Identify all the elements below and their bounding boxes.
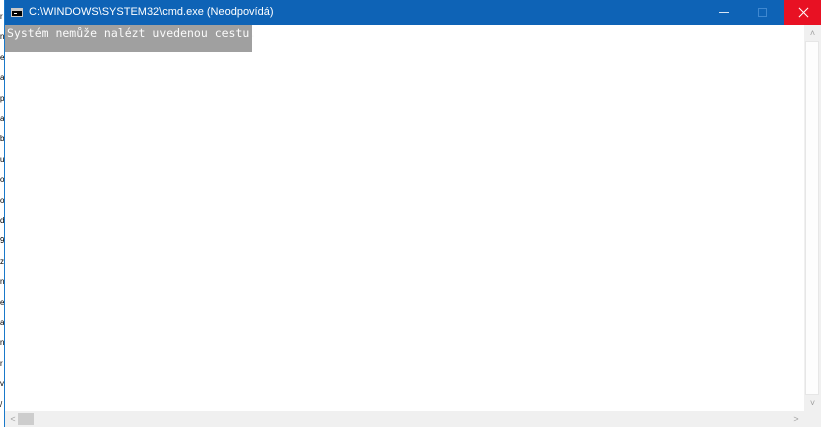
cmd-window[interactable]: C:\WINDOWS\SYSTEM32\cmd.exe (Neodpovídá)… <box>4 0 821 427</box>
horizontal-scrollbar[interactable]: < > <box>5 411 821 427</box>
console-output-area[interactable]: Systém nemůže nalézt uvedenou cestu. <box>5 25 804 411</box>
background-char: r <box>0 12 3 21</box>
close-button[interactable] <box>784 0 821 25</box>
scroll-up-icon[interactable]: ˄ <box>804 25 821 41</box>
scroll-down-icon[interactable]: ˅ <box>804 395 821 411</box>
cmd-icon[interactable] <box>11 8 23 17</box>
scroll-right-icon[interactable]: > <box>788 411 804 427</box>
vertical-scroll-thumb[interactable] <box>805 41 819 395</box>
background-char: / <box>0 400 3 409</box>
minimize-button[interactable] <box>706 0 742 25</box>
vertical-scrollbar[interactable]: ˄ ˅ <box>804 25 821 411</box>
title-bar[interactable]: C:\WINDOWS\SYSTEM32\cmd.exe (Neodpovídá) <box>5 0 821 25</box>
maximize-icon <box>757 8 767 17</box>
console-line-selected[interactable]: Systém nemůže nalézt uvedenou cestu. <box>5 25 256 52</box>
window-title: C:\WINDOWS\SYSTEM32\cmd.exe (Neodpovídá) <box>29 6 274 18</box>
scrollbar-corner <box>804 411 821 427</box>
close-icon <box>798 7 809 18</box>
horizontal-scroll-thumb[interactable] <box>18 413 34 425</box>
minimize-icon <box>719 12 729 13</box>
background-char: r <box>0 359 3 368</box>
maximize-button[interactable] <box>744 0 780 25</box>
